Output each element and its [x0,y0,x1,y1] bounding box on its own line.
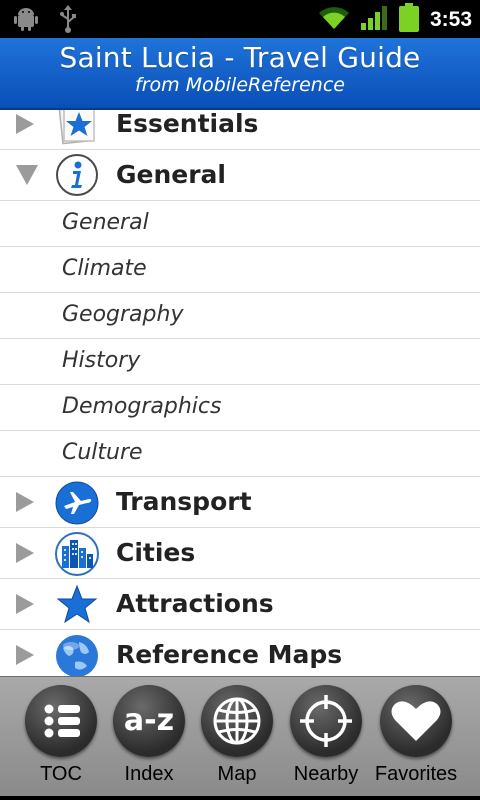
battery-icon [398,3,420,37]
toc-list[interactable]: Essentials General General Climate Geogr… [0,110,480,676]
index-button[interactable]: a-z Index [105,677,193,797]
subitem-label: Geography [62,302,184,327]
subitem-row-climate[interactable]: Climate [0,247,480,293]
subitem-label: History [62,348,141,373]
globe-grid-icon [201,685,273,757]
collapsed-arrow-icon [16,492,34,512]
category-row-reference-maps[interactable]: Reference Maps [0,630,480,676]
airplane-icon [55,481,99,525]
category-label: Attractions [116,589,274,618]
a-z-icon: a-z [113,685,185,757]
wifi-icon [318,5,350,35]
bottom-toolbar: TOC a-z Index Map Nearby Favorites [0,676,480,796]
toolbar-label: Nearby [293,763,359,785]
globe-icon [55,634,99,676]
toolbar-label: Map [217,763,257,785]
collapsed-arrow-icon [16,114,34,134]
city-buildings-icon [55,532,99,576]
subitem-row-culture[interactable]: Culture [0,431,480,477]
status-bar: 3:53 [0,0,480,38]
category-label: Cities [116,538,196,567]
subitem-row-general[interactable]: General [0,201,480,247]
star-document-icon [55,110,99,146]
collapsed-arrow-icon [16,645,34,665]
subitem-label: Climate [62,256,147,281]
nearby-button[interactable]: Nearby [282,677,370,797]
toolbar-label: Index [124,763,174,785]
category-row-essentials[interactable]: Essentials [0,110,480,150]
collapsed-arrow-icon [16,543,34,563]
subitem-row-history[interactable]: History [0,339,480,385]
category-row-transport[interactable]: Transport [0,477,480,528]
category-label: Transport [116,487,252,516]
category-label: General [116,160,226,189]
favorites-button[interactable]: Favorites [372,677,460,797]
signal-icon [360,5,388,35]
info-icon [55,153,99,197]
toc-button[interactable]: TOC [17,677,105,797]
android-debug-icon [14,6,38,36]
list-icon [25,685,97,757]
toolbar-label: Favorites [374,763,458,785]
category-label: Essentials [116,110,259,138]
page-subtitle: from MobileReference [135,74,345,96]
subitem-label: General [62,210,149,235]
collapsed-arrow-icon [16,594,34,614]
clock-time: 3:53 [429,8,472,31]
crosshair-icon [290,685,362,757]
category-label: Reference Maps [116,640,343,669]
expanded-arrow-icon [16,165,38,185]
bottom-edge [0,796,480,800]
usb-icon [58,5,78,37]
svg-text:a-z: a-z [124,703,174,738]
map-button[interactable]: Map [193,677,281,797]
category-row-cities[interactable]: Cities [0,528,480,579]
category-row-general[interactable]: General [0,150,480,201]
toolbar-label: TOC [40,763,82,785]
star-icon [55,583,99,627]
category-row-attractions[interactable]: Attractions [0,579,480,630]
subitem-label: Demographics [62,394,222,419]
page-title: Saint Lucia - Travel Guide [59,41,421,74]
subitem-row-geography[interactable]: Geography [0,293,480,339]
app-header: Saint Lucia - Travel Guide from MobileRe… [0,38,480,110]
heart-icon [380,685,452,757]
subitem-row-demographics[interactable]: Demographics [0,385,480,431]
subitem-label: Culture [62,440,143,465]
